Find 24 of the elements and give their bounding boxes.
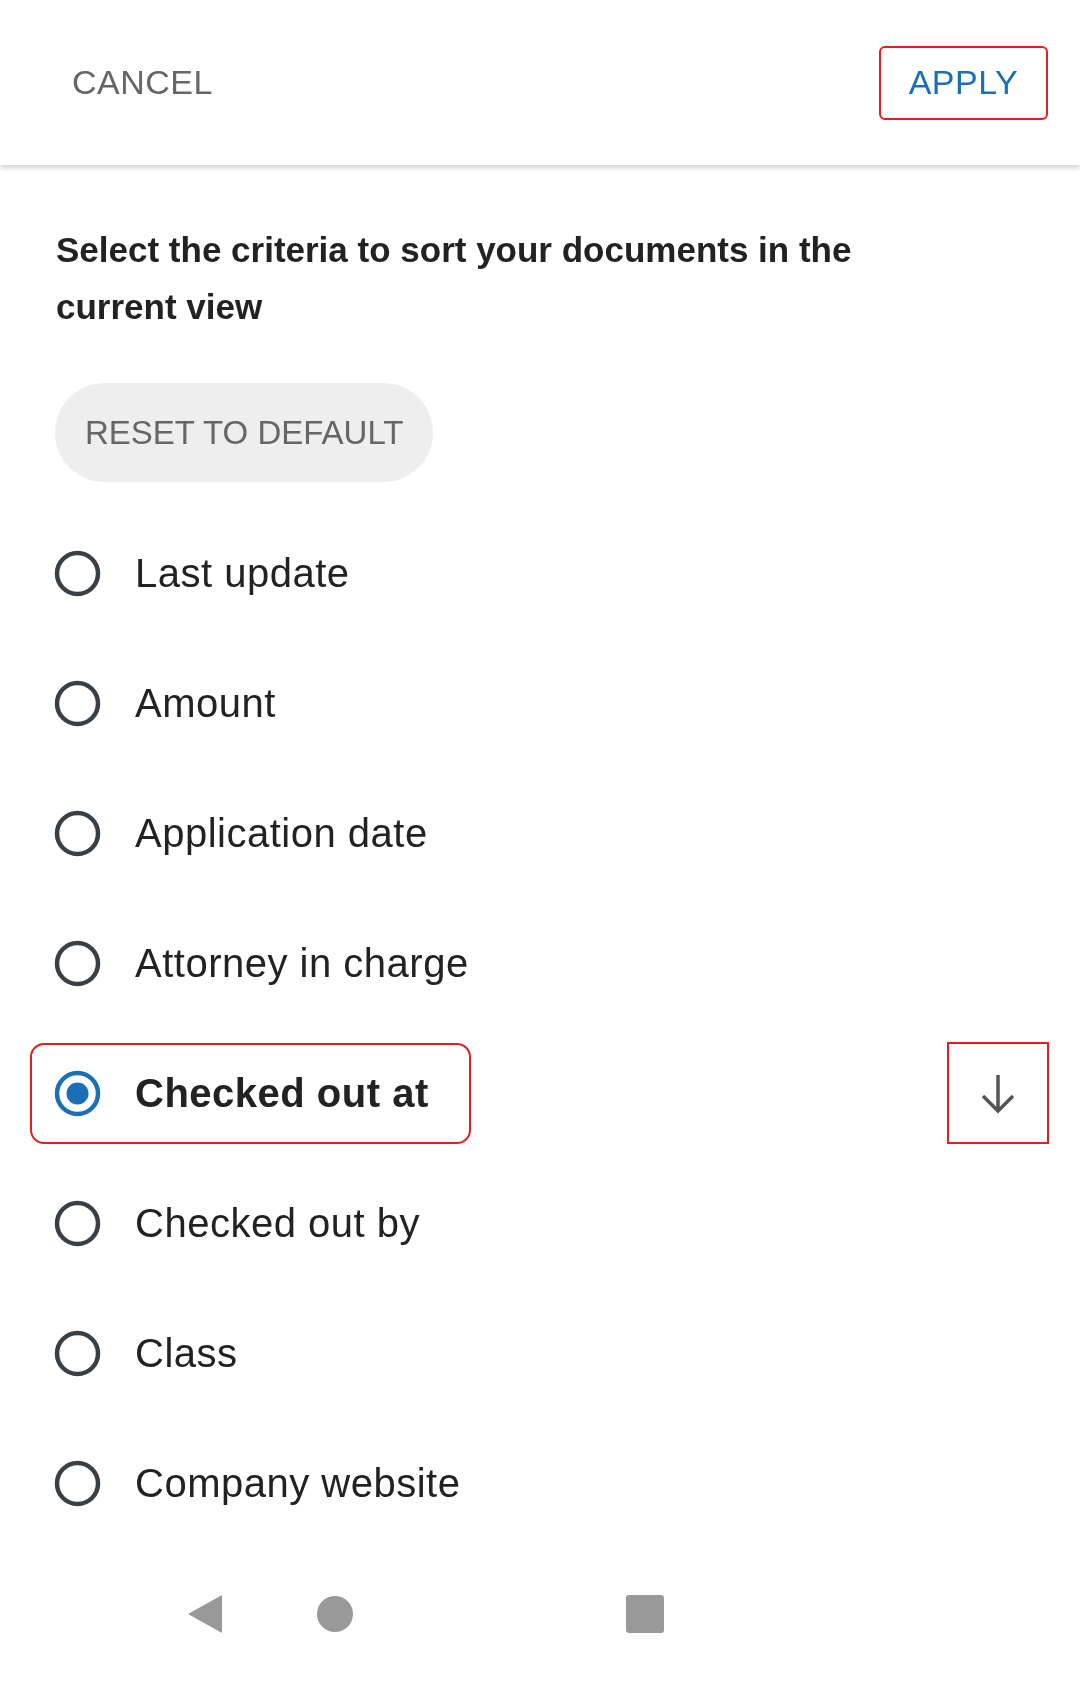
radio-icon [54, 679, 101, 727]
sort-option[interactable]: Company website [30, 1432, 503, 1534]
apply-button[interactable]: APPLY [879, 45, 1048, 120]
radio-icon [54, 1459, 101, 1507]
cancel-button[interactable]: CANCEL [50, 45, 235, 120]
sort-option[interactable]: Class [30, 1302, 280, 1404]
radio-icon [54, 1199, 101, 1247]
radio-icon [54, 809, 101, 857]
sort-option[interactable]: Amount [30, 652, 318, 754]
sort-option[interactable]: Checked out by [30, 1172, 462, 1274]
instruction-text: Select the criteria to sort your documents in the current view [56, 229, 853, 328]
sort-direction-button[interactable] [947, 1042, 1049, 1144]
radio-icon [54, 939, 101, 987]
reset-button[interactable]: RESET TO DEFAULT [55, 383, 434, 482]
recents-icon[interactable] [626, 1594, 664, 1633]
sort-option[interactable]: Application date [30, 782, 470, 884]
home-icon[interactable] [316, 1594, 354, 1633]
radio-icon [54, 1069, 101, 1117]
sort-option[interactable]: Attorney in charge [30, 912, 511, 1014]
back-icon[interactable] [186, 1592, 224, 1635]
radio-icon [54, 1329, 101, 1377]
radio-icon [54, 549, 101, 597]
sort-option[interactable]: Checked out at [30, 1042, 471, 1144]
sort-option[interactable]: Last update [30, 522, 392, 624]
